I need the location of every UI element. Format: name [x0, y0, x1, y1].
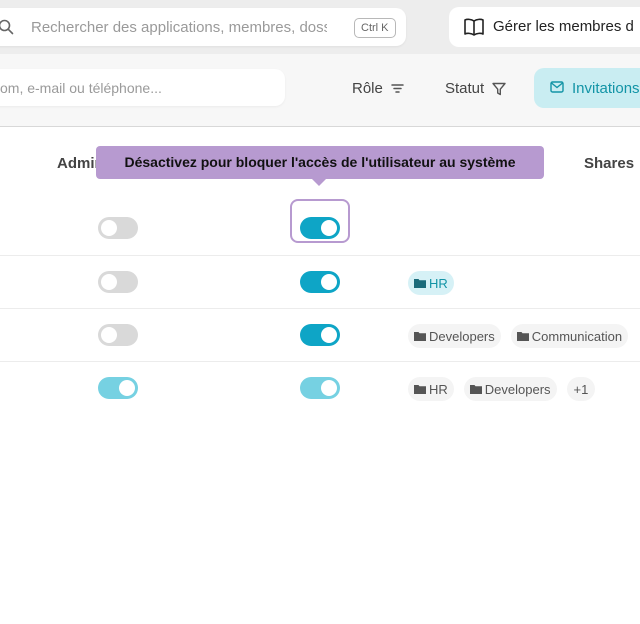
share-chip-label: Developers [484, 381, 551, 397]
status-filter-label: Statut [445, 80, 485, 97]
sort-lines-icon [391, 84, 404, 93]
shares-list: HR [408, 271, 454, 295]
table-row: HR Developers +1 [0, 361, 640, 415]
more-shares-chip[interactable]: +1 [566, 377, 596, 401]
admin-toggle[interactable] [98, 271, 138, 293]
role-filter-button[interactable]: Rôle [352, 80, 404, 97]
top-bar: Rechercher des applications, membres, do… [0, 0, 640, 54]
role-filter-label: Rôle [352, 80, 383, 97]
share-chip-label: HR [429, 275, 448, 291]
share-chip-label: Communication [531, 328, 623, 344]
mail-icon [550, 81, 564, 93]
manage-members-label: Gérer les membres d [493, 18, 634, 35]
column-header-admin[interactable]: Admin [57, 155, 97, 172]
folder-icon [516, 332, 529, 341]
shares-list: HR Developers +1 [408, 377, 596, 401]
share-chip-label: HR [429, 381, 448, 397]
funnel-icon [492, 82, 506, 95]
admin-toggle[interactable] [98, 324, 138, 346]
table-row: Developers Communication [0, 308, 640, 362]
invitations-button[interactable]: Invitations [534, 68, 640, 108]
admin-toggle[interactable] [98, 217, 138, 239]
search-icon [0, 19, 14, 35]
share-chip-label: Developers [429, 328, 495, 344]
status-filter-button[interactable]: Statut [445, 80, 506, 97]
member-search-placeholder: om, e-mail ou téléphone... [0, 80, 162, 96]
active-toggle[interactable] [300, 377, 340, 399]
manage-members-button[interactable]: Gérer les membres d [449, 7, 640, 47]
share-chip[interactable]: HR [408, 271, 454, 295]
member-search-input[interactable]: om, e-mail ou téléphone... [0, 69, 285, 106]
table-row: HR [0, 255, 640, 309]
folder-icon [414, 385, 426, 394]
folder-icon [469, 385, 482, 394]
folder-icon [414, 279, 426, 288]
active-toggle[interactable] [300, 324, 340, 346]
shares-list: Developers Communication [408, 324, 629, 348]
column-header-shares[interactable]: Shares [584, 155, 634, 172]
active-toggle[interactable] [300, 271, 340, 293]
search-shortcut-badge: Ctrl K [354, 18, 396, 38]
share-chip[interactable]: Developers [408, 324, 501, 348]
filter-bar: om, e-mail ou téléphone... Rôle Statut I… [0, 54, 640, 127]
global-search-placeholder: Rechercher des applications, membres, do… [31, 19, 327, 36]
book-icon [464, 18, 484, 36]
active-toggle-tooltip: Désactivez pour bloquer l'accès de l'uti… [96, 146, 544, 186]
share-chip[interactable]: Developers [463, 377, 557, 401]
global-search[interactable]: Rechercher des applications, membres, do… [0, 8, 406, 46]
active-toggle-focus-ring [290, 199, 350, 243]
admin-toggle[interactable] [98, 377, 138, 399]
share-chip[interactable]: HR [408, 377, 454, 401]
share-chip[interactable]: Communication [510, 324, 629, 348]
invitations-label: Invitations [572, 80, 640, 97]
folder-icon [414, 332, 426, 341]
